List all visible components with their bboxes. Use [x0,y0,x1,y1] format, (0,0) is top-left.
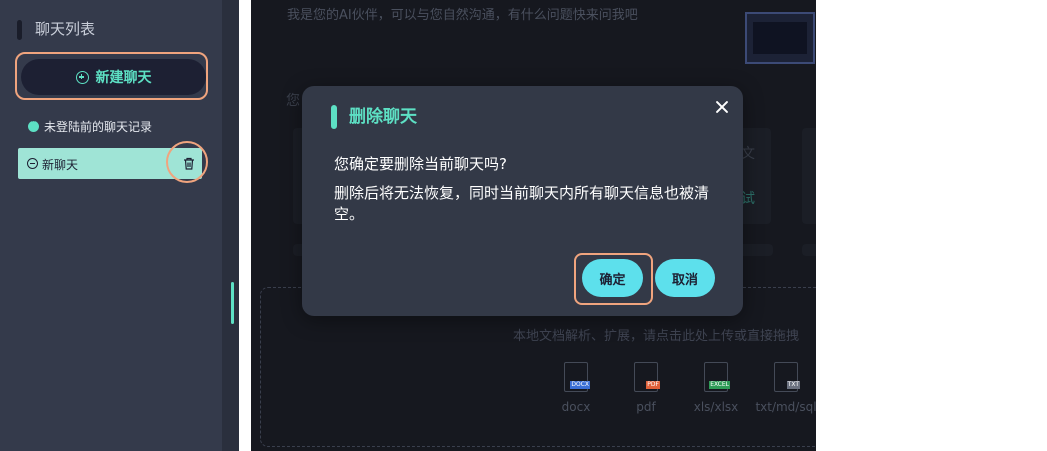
delete-chat-button[interactable] [178,152,200,174]
trash-icon [184,157,194,170]
file-type-excel: EXCEL xls/xlsx [681,362,751,414]
sidebar-title: 聊天列表 [35,20,96,38]
dialog-question: 您确定要删除当前聊天吗? [334,155,507,173]
pdf-file-icon: PDF [634,362,660,392]
file-type-docx: DOCX docx [541,362,611,414]
chat-bubble-icon [28,117,39,132]
upload-hint-text: 本地文档解析、扩展，请点击此处上传或直接拖拽 [513,329,800,344]
new-chat-label: 新建聊天 [95,70,152,86]
file-type-txt: TXT txt/md/sql [751,362,816,414]
docx-file-icon: DOCX [564,362,590,392]
sidebar: 聊天列表 新建聊天 未登陆前的聊天记录 新聊天 [0,0,222,451]
suggestion-card [802,128,816,224]
txt-file-icon: TXT [774,362,800,392]
main-text-fragment: 您 [286,93,300,109]
chat-item-label: 新聊天 [42,158,79,172]
chat-list-item[interactable]: 新聊天 [18,148,202,179]
sidebar-scrollbar-track[interactable] [222,0,239,451]
excel-file-icon: EXCEL [704,362,730,392]
card-footer-strip [802,244,816,256]
close-icon[interactable] [712,97,732,117]
card-link-fragment: 试 [741,191,755,207]
card-text-fragment: 文 [741,146,755,162]
file-type-pdf: PDF pdf [611,362,681,414]
dialog-title: 删除聊天 [349,107,417,127]
dialog-title-accent [331,105,337,129]
confirm-button[interactable]: 确定 [582,259,643,297]
chat-icon [27,158,38,169]
preview-image [745,12,815,64]
history-chat-label: 未登陆前的聊天记录 [44,120,153,134]
dialog-description: 删除后将无法恢复，同时当前聊天内所有聊天信息也被清空。 [334,184,710,223]
title-accent-bar [17,20,22,40]
history-chat-link[interactable]: 未登陆前的聊天记录 [28,117,153,135]
plus-circle-icon [75,70,89,84]
assistant-intro-text: 我是您的AI伙伴，可以与您自然沟通，有什么问题快来问我吧 [287,8,638,23]
cancel-button[interactable]: 取消 [655,259,715,297]
new-chat-button[interactable]: 新建聊天 [21,59,206,95]
sidebar-scrollbar-thumb[interactable] [231,282,234,324]
